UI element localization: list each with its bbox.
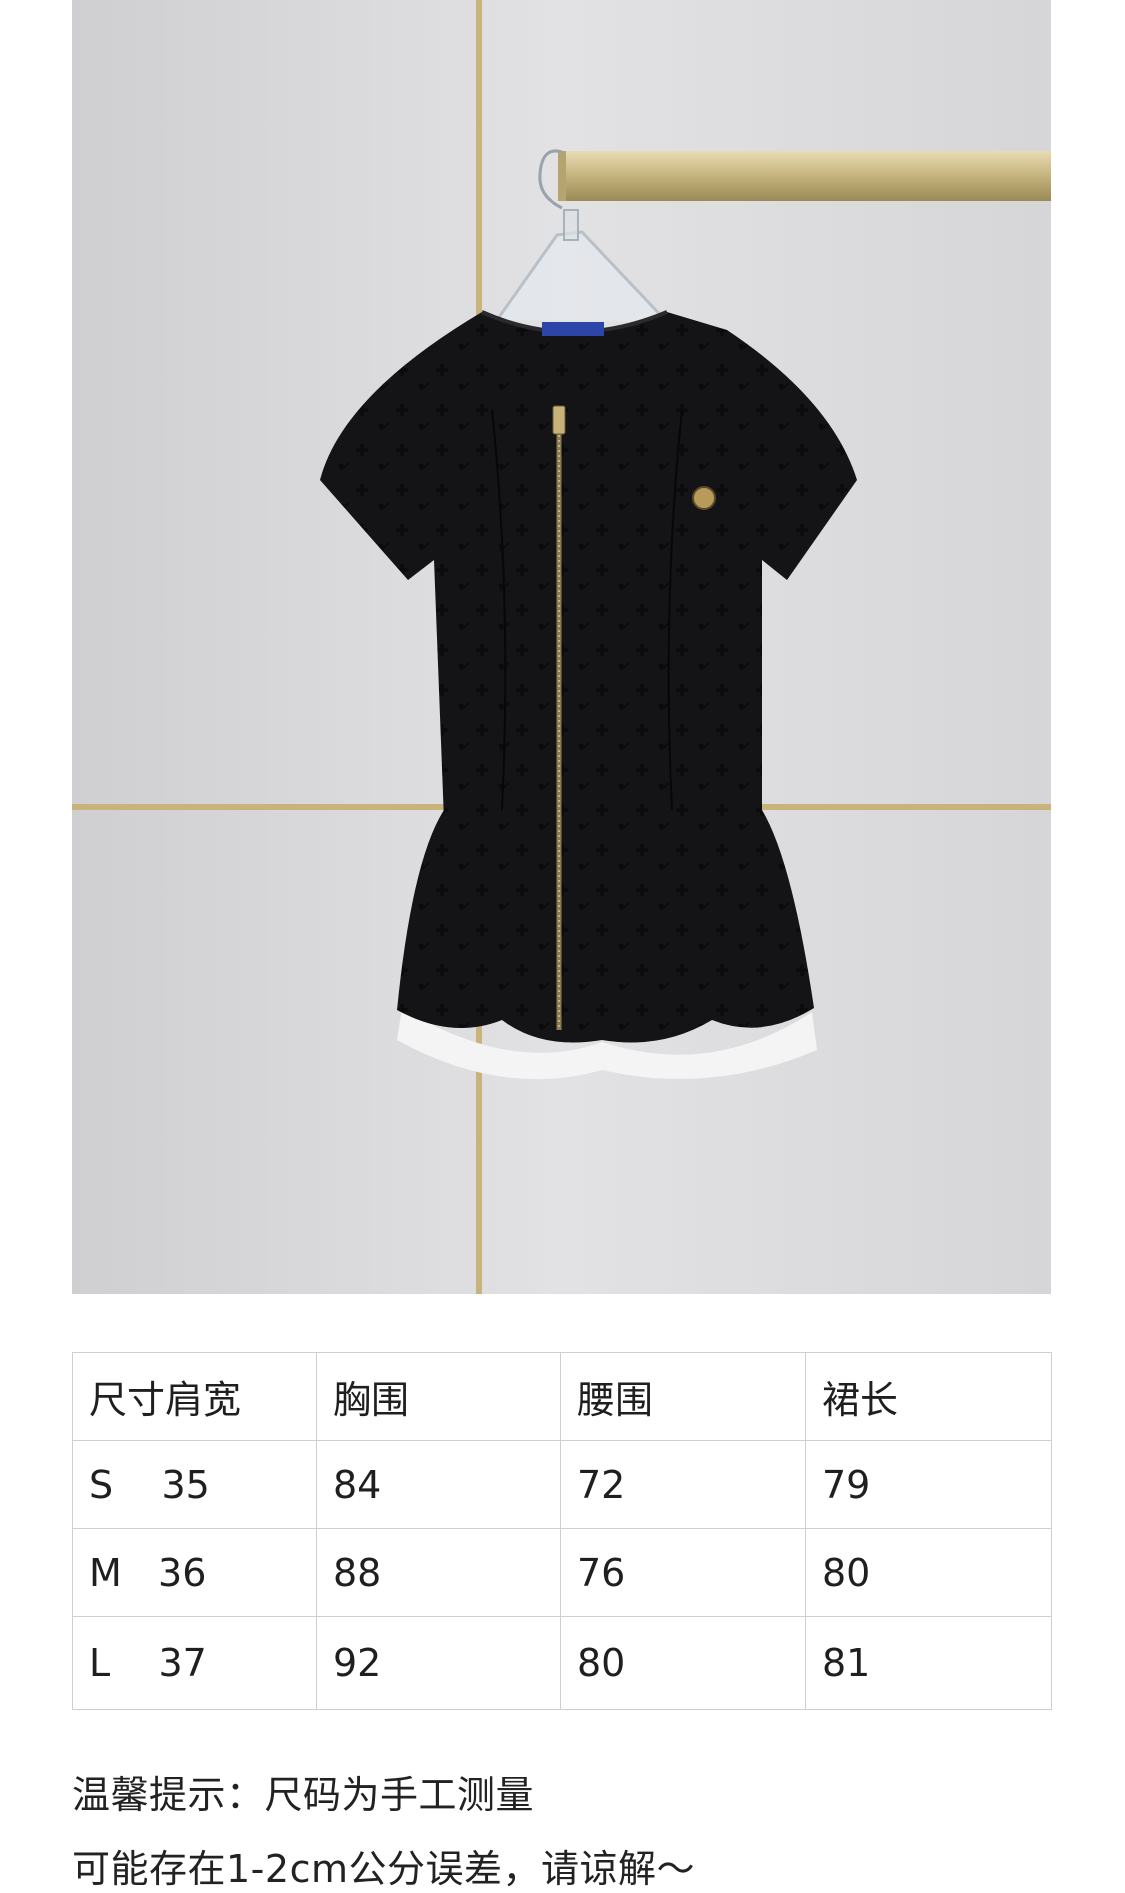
label-tag bbox=[542, 322, 604, 336]
cell-length: 80 bbox=[805, 1528, 1052, 1617]
dress-on-hanger-image bbox=[72, 0, 1051, 1294]
table-row: L 37 92 80 81 bbox=[72, 1616, 1052, 1710]
cell-chest: 92 bbox=[316, 1616, 561, 1710]
header-cell-chest: 胸围 bbox=[316, 1352, 561, 1441]
product-photo bbox=[72, 0, 1051, 1294]
cell-waist: 76 bbox=[560, 1528, 806, 1617]
table-row: S 35 84 72 79 bbox=[72, 1440, 1052, 1529]
cell-waist: 80 bbox=[560, 1616, 806, 1710]
header-cell-waist: 腰围 bbox=[560, 1352, 806, 1441]
table-header-row: 尺寸肩宽 胸围 腰围 裙长 bbox=[72, 1352, 1052, 1441]
cell-size-shoulder: S 35 bbox=[72, 1440, 317, 1529]
cell-chest: 88 bbox=[316, 1528, 561, 1617]
cell-length: 79 bbox=[805, 1440, 1052, 1529]
note-line-2: 可能存在1-2cm公分误差，请谅解～ bbox=[72, 1847, 695, 1891]
header-cell-size-shoulder: 尺寸肩宽 bbox=[72, 1352, 317, 1441]
cell-size-shoulder: L 37 bbox=[72, 1616, 317, 1710]
size-table: 尺寸肩宽 胸围 腰围 裙长 S 35 84 72 79 M 36 88 76 8… bbox=[72, 1352, 1052, 1710]
header-cell-length: 裙长 bbox=[805, 1352, 1052, 1441]
cell-size-shoulder: M 36 bbox=[72, 1528, 317, 1617]
cell-waist: 72 bbox=[560, 1440, 806, 1529]
note-line-1: 温馨提示：尺码为手工测量 bbox=[72, 1773, 535, 1817]
table-row: M 36 88 76 80 bbox=[72, 1528, 1052, 1617]
cell-chest: 84 bbox=[316, 1440, 561, 1529]
cell-length: 81 bbox=[805, 1616, 1052, 1710]
